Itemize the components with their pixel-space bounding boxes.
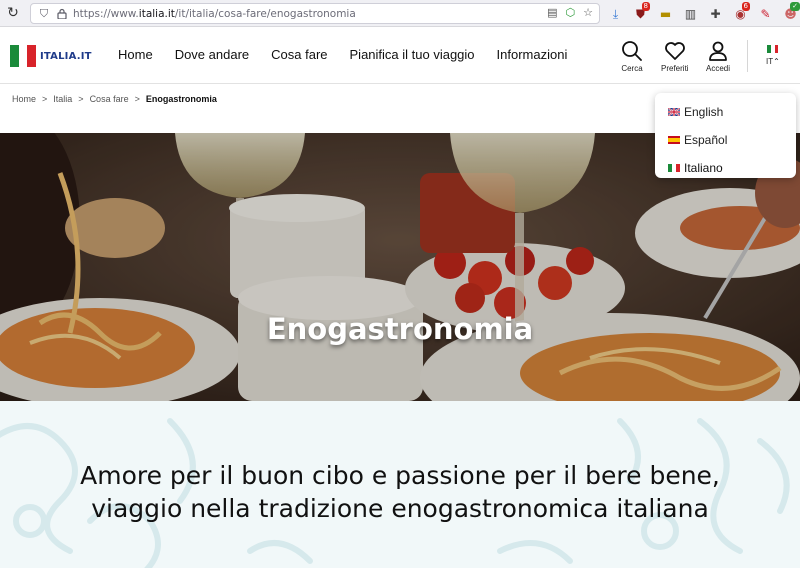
breadcrumb-separator: > bbox=[42, 94, 48, 104]
italy-flag-icon bbox=[668, 164, 680, 172]
breadcrumb-current: Enogastronomia bbox=[145, 94, 217, 104]
reader-view-icon[interactable]: ▤ bbox=[547, 6, 557, 19]
ublock-badge: 8 bbox=[641, 2, 650, 11]
language-option-espanol[interactable]: Español bbox=[655, 126, 796, 154]
header-divider bbox=[747, 40, 748, 72]
spain-flag-icon bbox=[668, 136, 680, 144]
login-label: Accedi bbox=[706, 64, 731, 73]
search-label: Cerca bbox=[621, 64, 643, 73]
uk-flag-icon bbox=[668, 108, 680, 116]
language-label: IT⌃ bbox=[766, 57, 780, 66]
nav-informazioni[interactable]: Informazioni bbox=[497, 47, 568, 62]
breadcrumb-italia[interactable]: Italia bbox=[53, 94, 72, 104]
intro-heading: Amore per il buon cibo e passione per il… bbox=[80, 461, 720, 523]
favorites-button[interactable]: Preferiti bbox=[661, 40, 689, 73]
nav-dove-andare[interactable]: Dove andare bbox=[175, 47, 249, 62]
extension-tool-icon[interactable]: ✚ bbox=[703, 4, 728, 24]
breadcrumb-separator: > bbox=[78, 94, 84, 104]
color-picker-icon[interactable]: ✎ bbox=[753, 4, 778, 24]
heart-icon bbox=[664, 42, 685, 60]
language-dropdown: English Español Italiano bbox=[655, 93, 796, 178]
intro-section: Amore per il buon cibo e passione per il… bbox=[0, 401, 800, 568]
language-option-italiano[interactable]: Italiano bbox=[655, 154, 796, 182]
language-option-english[interactable]: English bbox=[655, 98, 796, 126]
lock-icon[interactable] bbox=[55, 8, 69, 19]
breadcrumb-home[interactable]: Home bbox=[12, 94, 36, 104]
favorites-label: Preferiti bbox=[661, 64, 689, 73]
reload-icon[interactable]: ↻ bbox=[0, 0, 26, 27]
extension-ruler-icon[interactable]: ▬ bbox=[653, 4, 678, 24]
bookmark-star-icon[interactable]: ☆ bbox=[583, 6, 593, 19]
login-button[interactable]: Accedi bbox=[706, 40, 730, 73]
extension-bars-icon[interactable]: ▥ bbox=[678, 4, 703, 24]
ublock-icon[interactable]: ⛊ 8 bbox=[628, 2, 653, 24]
breadcrumb-separator: > bbox=[134, 94, 140, 104]
nav-pianifica[interactable]: Pianifica il tuo viaggio bbox=[350, 47, 475, 62]
shield-icon[interactable]: ⛉ bbox=[37, 7, 51, 21]
language-selector[interactable]: IT⌃ bbox=[766, 45, 780, 66]
search-button[interactable]: Cerca bbox=[621, 40, 643, 73]
nav-home[interactable]: Home bbox=[118, 47, 153, 62]
logo-text: ITALIA.IT bbox=[40, 50, 92, 62]
breadcrumb-cosa-fare[interactable]: Cosa fare bbox=[90, 94, 129, 104]
download-icon[interactable]: ⤓ bbox=[603, 4, 628, 24]
browser-toolbar: ↻ ⛉ https://www.italia.it/it/italia/cosa… bbox=[0, 0, 800, 27]
privacy-badge: 6 bbox=[741, 2, 750, 11]
hero-title: Enogastronomia bbox=[266, 312, 534, 346]
extension-icon[interactable]: ⬡ bbox=[566, 6, 576, 19]
italy-flag-logo bbox=[10, 45, 37, 67]
site-header: ITALIA.IT Home Dove andare Cosa fare Pia… bbox=[0, 28, 800, 84]
url-text: https://www.italia.it/it/italia/cosa-far… bbox=[73, 7, 356, 20]
breadcrumb: Home > Italia > Cosa fare > Enogastronom… bbox=[12, 94, 217, 104]
main-nav: Home Dove andare Cosa fare Pianifica il … bbox=[118, 47, 567, 62]
extension-check-icon[interactable]: ☻ ✓ bbox=[778, 2, 800, 24]
nav-cosa-fare[interactable]: Cosa fare bbox=[271, 47, 327, 62]
user-icon bbox=[709, 41, 727, 61]
search-icon bbox=[622, 41, 642, 61]
italy-flag-icon bbox=[767, 45, 779, 53]
extension-privacy-icon[interactable]: ◉ 6 bbox=[728, 2, 753, 24]
url-bar[interactable]: ⛉ https://www.italia.it/it/italia/cosa-f… bbox=[30, 3, 600, 24]
site-logo[interactable]: ITALIA.IT bbox=[10, 45, 92, 67]
